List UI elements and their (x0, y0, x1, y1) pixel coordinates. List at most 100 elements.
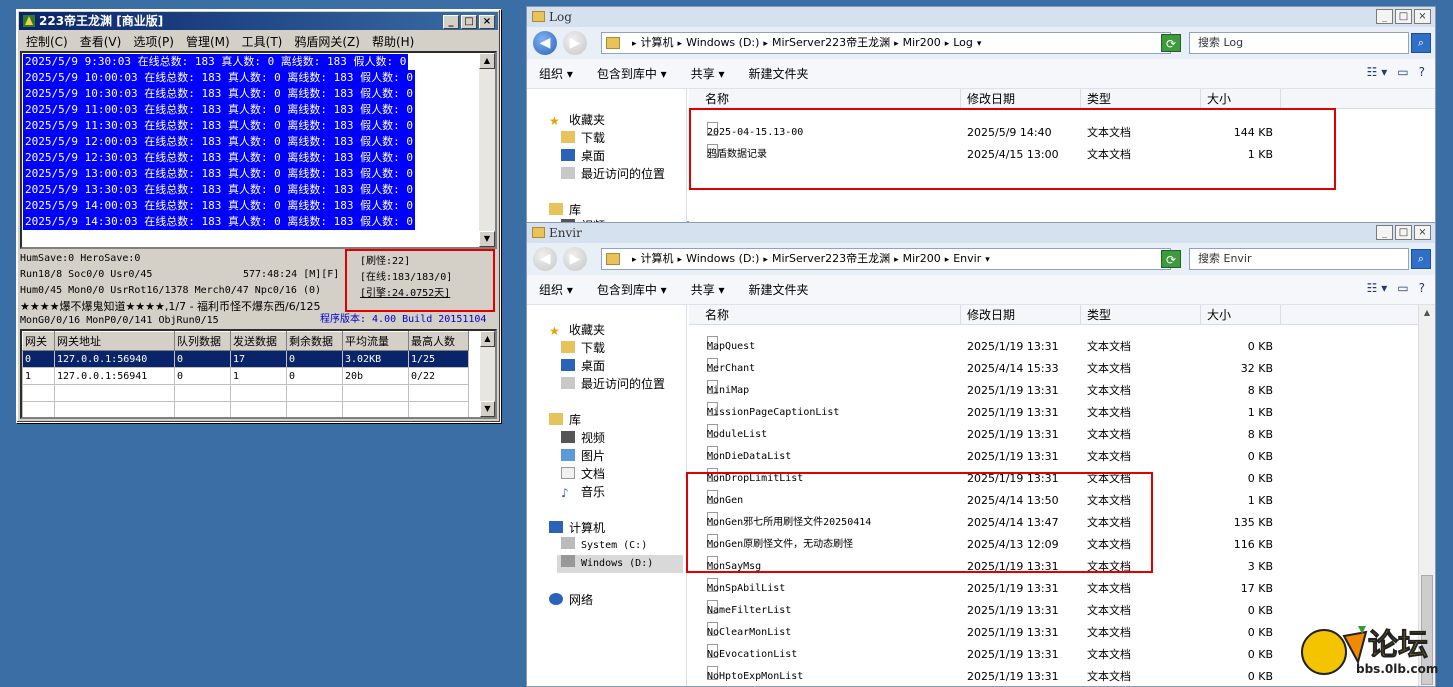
breadcrumb-separator[interactable]: ▸ (763, 39, 768, 49)
help-icon[interactable]: ? (1419, 281, 1425, 295)
preview-pane-icon[interactable]: ▭ (1397, 281, 1408, 295)
col-date[interactable]: 修改日期 (961, 89, 1081, 109)
gate-column-header[interactable]: 网关地址 (54, 331, 175, 351)
include-library-button[interactable]: 包含到库中 ▾ (585, 281, 679, 298)
maximize-button[interactable]: □ (1395, 225, 1412, 240)
gate-row[interactable]: 1 127.0.0.1:56941 0 1 0 20b 0/22 (22, 367, 469, 385)
preview-pane-icon[interactable]: ▭ (1397, 65, 1408, 79)
breadcrumb-item[interactable]: Envir (953, 252, 981, 265)
file-row[interactable]: MonGen邪七所用刷怪文件20250414 2025/4/14 13:47 文本文… (689, 512, 1435, 534)
gate-row[interactable]: 0 127.0.0.1:56940 0 17 0 3.02KB 1/25 (22, 350, 469, 368)
col-size[interactable]: 大小 (1201, 305, 1281, 325)
nav-desktop[interactable]: 桌面 (561, 147, 605, 165)
breadcrumb-separator[interactable]: ▸ (678, 255, 683, 265)
log-memo[interactable]: 2025/5/9 9:30:03 在线总数: 183 真人数: 0 离线数: 1… (20, 51, 497, 249)
col-type[interactable]: 类型 (1081, 89, 1201, 109)
nav-network[interactable]: 网络 (549, 591, 593, 609)
scroll-up-button[interactable]: ▲ (480, 331, 495, 347)
search-icon[interactable]: ⌕ (1411, 33, 1431, 53)
envir-search-input[interactable]: 搜索 Envir (1189, 248, 1409, 270)
breadcrumb-dropdown[interactable]: ▾ (977, 39, 982, 49)
file-row[interactable]: MonGen 2025/4/14 13:50 文本文档 1 KB (689, 490, 1435, 512)
col-name[interactable]: 名称 (699, 89, 961, 109)
nav-recent[interactable]: 最近访问的位置 (561, 165, 665, 183)
breadcrumb-separator[interactable]: ▸ (894, 255, 899, 265)
breadcrumb-item[interactable]: Mir200 (903, 252, 941, 265)
nav-pictures[interactable]: 图片 (561, 447, 605, 465)
back-button[interactable]: ◀ (533, 31, 557, 55)
breadcrumb-item[interactable]: MirServer223帝王龙渊 (772, 252, 890, 265)
breadcrumb-item[interactable]: Log (953, 36, 973, 49)
organize-button[interactable]: 组织 ▾ (527, 65, 585, 82)
nav-library[interactable]: 库 (549, 411, 581, 429)
minimize-button[interactable]: _ (1376, 9, 1393, 24)
maximize-button[interactable]: □ (461, 15, 477, 29)
nav-video[interactable]: 视频 (561, 429, 605, 447)
log-scrollbar[interactable]: ▲ ▼ (479, 53, 495, 247)
file-row[interactable]: MapQuest 2025/1/19 13:31 文本文档 0 KB (689, 336, 1435, 358)
nav-documents[interactable]: 文档 (561, 465, 605, 483)
log-breadcrumb[interactable]: ▸ 计算机 ▸ Windows (D:) ▸ MirServer223帝王龙渊 ▸ Mir20… (601, 32, 1171, 54)
menu-item[interactable]: 控制(C) (20, 32, 74, 50)
close-button[interactable]: × (1414, 9, 1431, 24)
gate-scrollbar[interactable]: ▲ ▼ (480, 331, 495, 417)
col-date[interactable]: 修改日期 (961, 305, 1081, 325)
breadcrumb-item[interactable]: Windows (D:) (686, 252, 759, 265)
gate-column-header[interactable]: 剩余数据 (286, 331, 343, 351)
nav-downloads[interactable]: 下载 (561, 339, 605, 357)
menu-item[interactable]: 管理(M) (180, 32, 236, 50)
nav-music[interactable]: ♪ 音乐 (561, 483, 605, 501)
server-title-bar[interactable]: 223帝王龙渊 [商业版] _ □ × (19, 12, 498, 30)
organize-button[interactable]: 组织 ▾ (527, 281, 585, 298)
new-folder-button[interactable]: 新建文件夹 (737, 281, 821, 298)
breadcrumb-separator[interactable]: ▸ (632, 39, 637, 49)
view-icon[interactable]: ☷ ▾ (1367, 281, 1388, 295)
scroll-down-button[interactable]: ▼ (479, 231, 495, 247)
breadcrumb-item[interactable]: 计算机 (641, 252, 674, 265)
file-row[interactable]: 鸦盾数据记录 2025/4/15 13:00 文本文档 1 KB (689, 144, 1435, 166)
help-icon[interactable]: ? (1419, 65, 1425, 79)
col-name[interactable]: 名称 (699, 305, 961, 325)
breadcrumb-item[interactable]: 计算机 (641, 36, 674, 49)
minimize-button[interactable]: _ (1376, 225, 1393, 240)
breadcrumb-item[interactable]: MirServer223帝王龙渊 (772, 36, 890, 49)
gate-column-header[interactable]: 最高人数 (408, 331, 469, 351)
file-row[interactable]: MonSpAbilList 2025/1/19 13:31 文本文档 17 KB (689, 578, 1435, 600)
breadcrumb-separator[interactable]: ▸ (894, 39, 899, 49)
col-size[interactable]: 大小 (1201, 89, 1281, 109)
breadcrumb-item[interactable]: Mir200 (903, 36, 941, 49)
gate-column-header[interactable]: 队列数据 (174, 331, 231, 351)
nav-computer[interactable]: 计算机 (549, 519, 605, 537)
nav-favorites[interactable]: ★ 收藏夹 (549, 321, 605, 339)
file-row[interactable]: MonDropLimitList 2025/1/19 13:31 文本文档 0 KB (689, 468, 1435, 490)
menu-item[interactable]: 选项(P) (127, 32, 180, 50)
breadcrumb-dropdown[interactable]: ▾ (985, 255, 990, 265)
file-row[interactable]: MonDieDataList 2025/1/19 13:31 文本文档 0 KB (689, 446, 1435, 468)
forward-button[interactable]: ▶ (563, 247, 587, 271)
file-row[interactable]: MiniMap 2025/1/19 13:31 文本文档 8 KB (689, 380, 1435, 402)
col-type[interactable]: 类型 (1081, 305, 1201, 325)
breadcrumb-item[interactable]: Windows (D:) (686, 36, 759, 49)
nav-downloads[interactable]: 下载 (561, 129, 605, 147)
breadcrumb-separator[interactable]: ▸ (678, 39, 683, 49)
new-folder-button[interactable]: 新建文件夹 (737, 65, 821, 82)
share-button[interactable]: 共享 ▾ (679, 65, 737, 82)
close-button[interactable]: × (479, 15, 495, 29)
log-search-input[interactable]: 搜索 Log (1189, 32, 1409, 54)
nav-drive-c[interactable]: System (C:) (561, 537, 647, 555)
search-icon[interactable]: ⌕ (1411, 249, 1431, 269)
gate-column-header[interactable]: 平均流量 (342, 331, 409, 351)
menu-item[interactable]: 鸦盾网关(Z) (288, 32, 366, 50)
scroll-up-button[interactable]: ▲ (479, 53, 495, 69)
breadcrumb-separator[interactable]: ▸ (763, 255, 768, 265)
gate-column-header[interactable]: 网关 (22, 331, 55, 351)
forward-button[interactable]: ▶ (563, 31, 587, 55)
include-library-button[interactable]: 包含到库中 ▾ (585, 65, 679, 82)
breadcrumb-separator[interactable]: ▸ (945, 255, 950, 265)
envir-title-bar[interactable]: Envir _ □ × (527, 223, 1435, 243)
back-button[interactable]: ◀ (533, 247, 557, 271)
menu-item[interactable]: 工具(T) (236, 32, 289, 50)
log-file-list[interactable]: 名称 修改日期 类型 大小 2025-04-15.13-00 2025/5/9 1… (689, 89, 1435, 223)
gate-column-header[interactable]: 发送数据 (230, 331, 287, 351)
nav-recent[interactable]: 最近访问的位置 (561, 375, 665, 393)
